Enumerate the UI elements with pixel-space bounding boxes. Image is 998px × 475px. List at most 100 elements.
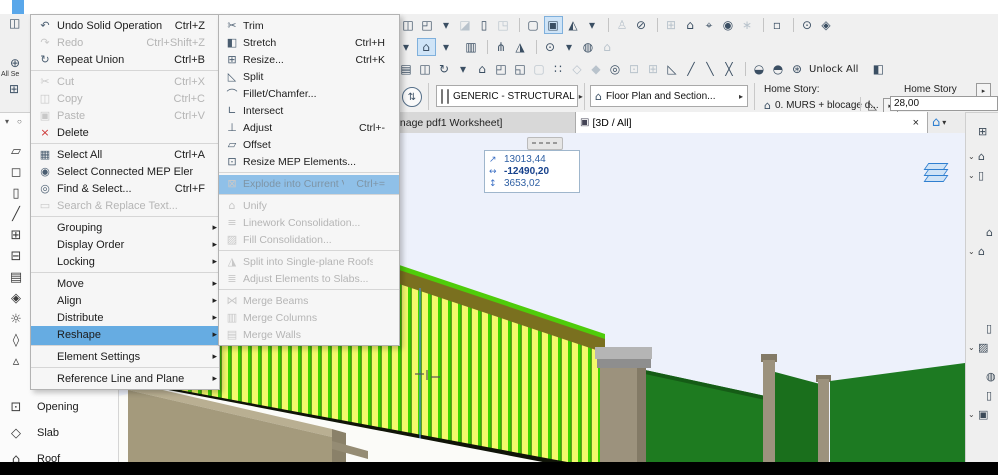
separator[interactable] (536, 40, 537, 54)
submenu-adjust-elements-to-slabs[interactable]: ≣ Adjust Elements to Slabs... ▸ (219, 270, 399, 290)
menu-document[interactable] (48, 0, 60, 14)
3d-home-view-button[interactable]: ⌂ ▾ (932, 112, 946, 133)
render-icon[interactable]: ◈ (818, 16, 835, 34)
submenu-fill-consolidation[interactable]: ▨ Fill Consolidation... ▸ (219, 231, 399, 251)
details-node[interactable]: ⌄ ◍ (966, 367, 998, 386)
pet-palette[interactable] (527, 137, 563, 150)
separator[interactable] (793, 18, 794, 32)
elevation-input[interactable] (890, 96, 998, 111)
submenu-resize-mep[interactable]: ⊡ Resize MEP Elements... ▸ (219, 153, 399, 173)
unlock-all-icon[interactable]: ⊛ (789, 60, 806, 78)
view-settings-combo[interactable]: ⌂ Floor Plan and Section... ▸ (590, 85, 748, 107)
polygon-edit-icon[interactable]: ◺ (664, 60, 681, 78)
menu-element-settings[interactable]: Element Settings ▸ (31, 348, 219, 368)
current-story-icon[interactable]: ⌂ (417, 38, 436, 56)
menu-redo[interactable]: ↷ Redo Ctrl+Shift+Z ▸ (31, 34, 219, 51)
3d-node[interactable]: ⌄ ▣ (966, 405, 998, 424)
look-to-icon[interactable]: ◉ (720, 16, 737, 34)
pan-icon[interactable]: ∗ (739, 16, 756, 34)
menu-reshape[interactable]: Reshape ▸ (31, 326, 219, 346)
menu-paste[interactable]: ▣ Paste Ctrl+V ▸ (31, 107, 219, 124)
plane-icon[interactable]: ◪ (457, 16, 474, 34)
grid-snap-icon[interactable]: ⊞ (663, 16, 680, 34)
inject-parameters-icon[interactable]: ◱ (512, 60, 529, 78)
menu-select-connected-mep[interactable]: ◉ Select Connected MEP Elements ▸ (31, 163, 219, 180)
unlock-all-label[interactable]: Unlock All (808, 60, 858, 78)
menu-file[interactable] (0, 0, 12, 14)
menu-cut[interactable]: ✂ Cut Ctrl+X ▸ (31, 73, 219, 90)
separator[interactable] (745, 62, 746, 76)
submenu-merge-walls[interactable]: ▤ Merge Walls ▸ (219, 326, 399, 343)
selection-marquee-icon[interactable]: ▫ (769, 16, 786, 34)
walk-icon[interactable]: ♙ (614, 16, 631, 34)
dropdown-caret-icon[interactable]: ▾ (438, 38, 455, 56)
settings-icon[interactable]: ▤ (398, 60, 415, 78)
submenu-offset[interactable]: ▱ Offset ▸ (219, 136, 399, 153)
menu-align[interactable]: Align ▸ (31, 292, 219, 309)
camera-icon[interactable]: ⊙ (799, 16, 816, 34)
section-icon[interactable]: ▯ (476, 16, 493, 34)
lock-pen-icon[interactable]: ╳ (721, 60, 738, 78)
brush-icon[interactable]: ⋔ (493, 38, 510, 56)
solid-union-icon[interactable]: ◇ (569, 60, 586, 78)
submenu-explode-current-view[interactable]: ⊠ Explode into Current View Ctrl+= ▸ (219, 175, 399, 195)
separator[interactable] (763, 18, 764, 32)
sections-node[interactable]: ⌄ ▯ (966, 319, 998, 338)
grid-icon[interactable]: ⊞ (9, 82, 19, 96)
stories-node[interactable]: ⌄ ⌂ (966, 242, 998, 261)
submenu-stretch[interactable]: ◧ Stretch Ctrl+H ▸ (219, 34, 399, 51)
workspace-icon[interactable]: ◫ (9, 16, 20, 30)
axonometry-icon[interactable]: ▣ (544, 16, 563, 34)
renovation-filter-icon[interactable]: ⇅ (402, 87, 422, 107)
perspective-icon[interactable]: ▢ (525, 16, 542, 34)
project-map-node[interactable]: ⌄ ⌂ (966, 147, 998, 166)
camera-target-icon[interactable]: ⌖ (701, 16, 718, 34)
submenu-split-single-plane-roofs[interactable]: ◮ Split into Single-plane Roofs ▸ (219, 253, 399, 270)
separator[interactable] (657, 18, 658, 32)
orbit-icon[interactable]: ◭ (565, 16, 582, 34)
cameras-node[interactable]: ⌄ ▯ (966, 386, 998, 405)
navigator-header-icon[interactable]: ⌄ ⊞ (966, 122, 998, 141)
menu-options[interactable] (60, 0, 72, 14)
menu-teamwork[interactable] (72, 0, 84, 14)
worksheets-node[interactable]: ⌄ ▯ (966, 166, 998, 185)
menu-copy[interactable]: ◫ Copy Ctrl+C ▸ (31, 90, 219, 107)
zoom-capture-icon[interactable]: ◍ (580, 38, 597, 56)
snapshot-camera-icon[interactable]: ⊙ (542, 38, 559, 56)
select-similar-icon[interactable]: ◎ (607, 60, 624, 78)
submenu-unify[interactable]: ⌂ Unify ▸ (219, 197, 399, 214)
menu-search-replace[interactable]: ▭ Search & Replace Text... ▸ (31, 197, 219, 217)
submenu-merge-columns[interactable]: ▥ Merge Columns ▸ (219, 309, 399, 326)
panel-toggle-icon[interactable]: ◧ (870, 60, 887, 78)
move-selection-icon[interactable]: ⊞ (645, 60, 662, 78)
opening-tool[interactable]: ⊡ Opening (0, 394, 118, 420)
menu-design[interactable] (36, 0, 48, 14)
submenu-linework-consolidation[interactable]: ≡ Linework Consolidation... ▸ (219, 214, 399, 231)
slab-tool[interactable]: ◇ Slab (0, 420, 118, 446)
marquee-icon[interactable]: ◫ (400, 16, 417, 34)
layer-combo[interactable]: GENERIC - STRUCTURAL ▸ (436, 85, 583, 107)
submenu-split[interactable]: ◺ Split ▸ (219, 68, 399, 85)
menu-locking[interactable]: Locking ▸ (31, 253, 219, 273)
select-all-icon[interactable]: ⊕ (10, 56, 20, 70)
lock-icon[interactable]: ◒ (751, 60, 768, 78)
separator[interactable] (487, 40, 488, 54)
menu-edit[interactable] (12, 0, 24, 14)
worksheets-node-2[interactable]: ⌄ ▨ (966, 338, 998, 357)
menu-reference-line-plane[interactable]: Reference Line and Plane ▸ (31, 370, 219, 387)
pickup-parameters-icon[interactable]: ◰ (493, 60, 510, 78)
submenu-intersect[interactable]: ∟ Intersect ▸ (219, 102, 399, 119)
home-icon[interactable]: ⌂ (599, 38, 616, 56)
dropdown-caret-icon[interactable]: ▾ (561, 38, 578, 56)
unlock-icon[interactable]: ◓ (770, 60, 787, 78)
separator[interactable] (519, 18, 520, 32)
trace-reference-icon[interactable] (922, 163, 952, 185)
dropdown-caret-icon[interactable]: ▾ (438, 16, 455, 34)
menu-view[interactable] (24, 0, 36, 14)
menu-distribute[interactable]: Distribute ▸ (31, 309, 219, 326)
submenu-fillet-chamfer[interactable]: ⌒ Fillet/Chamfer... ▸ (219, 85, 399, 102)
menu-grouping[interactable]: Grouping ▸ (31, 219, 219, 236)
tab-3d-all[interactable]: ▣ [3D / All] × (576, 112, 928, 133)
dropdown-caret-icon[interactable]: ▾ (584, 16, 601, 34)
solid-subtract-icon[interactable]: ◆ (588, 60, 605, 78)
